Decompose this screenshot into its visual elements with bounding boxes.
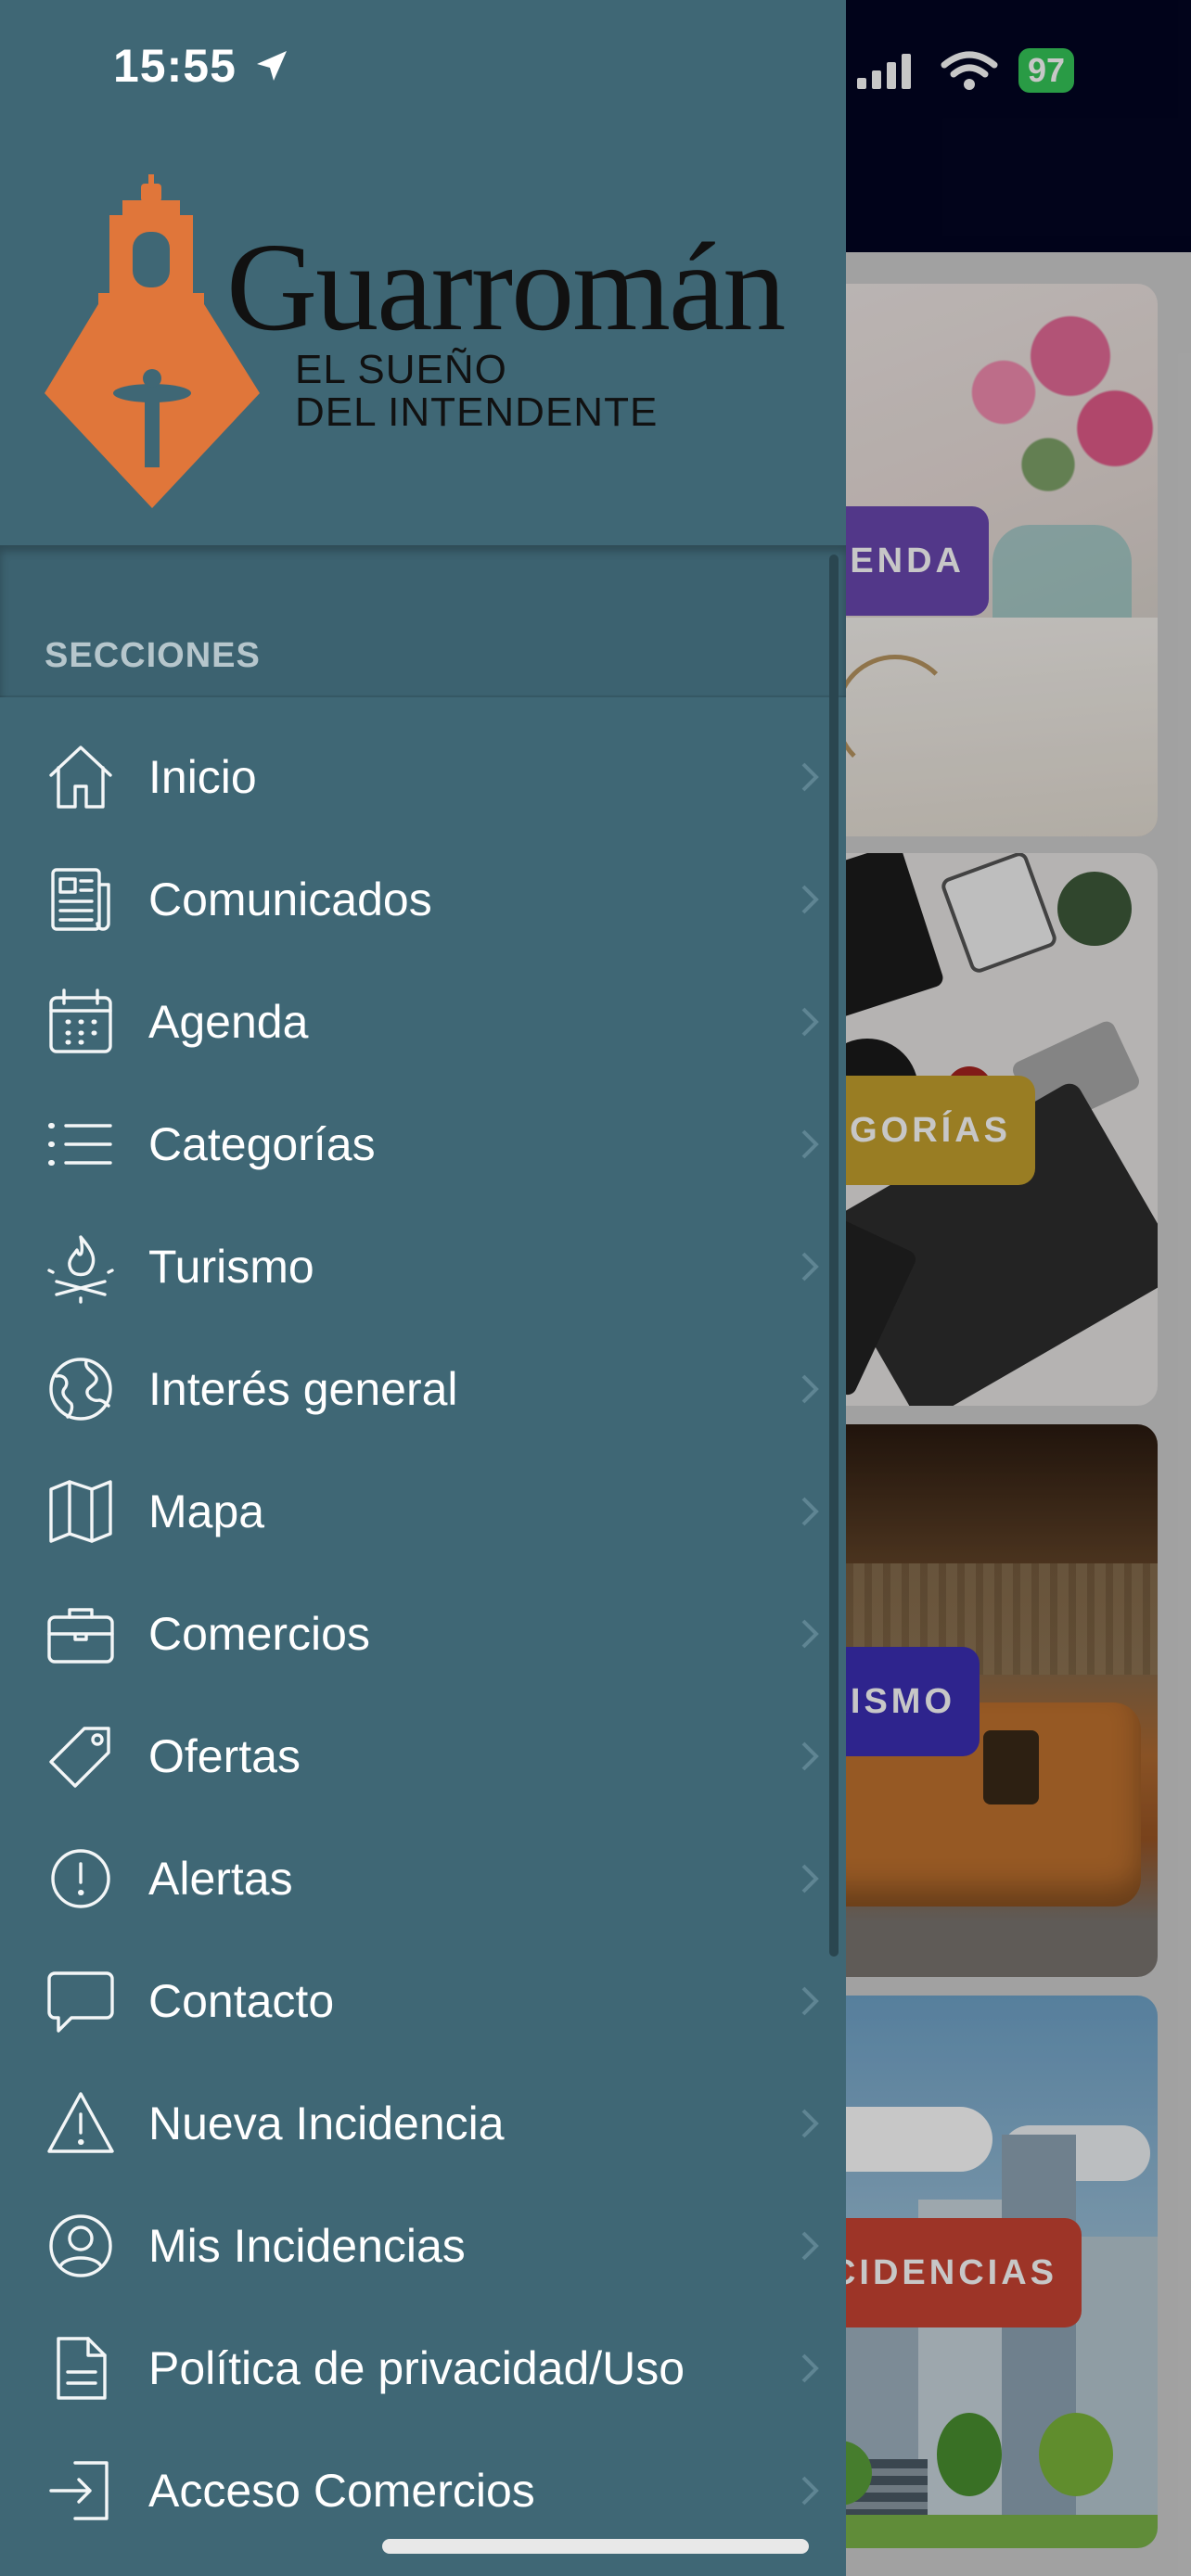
menu-item-comunicados[interactable]: Comunicados bbox=[0, 838, 835, 961]
menu-item-mapa[interactable]: Mapa bbox=[0, 1450, 835, 1573]
home-indicator[interactable] bbox=[382, 2539, 809, 2554]
menu-item-inicio[interactable]: Inicio bbox=[0, 716, 835, 838]
menu-item-label: Mapa bbox=[148, 1486, 265, 1537]
chevron-right-icon bbox=[790, 881, 827, 918]
briefcase-icon bbox=[43, 1596, 119, 1672]
menu-item-label: Agenda bbox=[148, 996, 309, 1048]
calendar-icon bbox=[43, 984, 119, 1060]
menu-item-label: Alertas bbox=[148, 1853, 293, 1905]
user-circle-icon bbox=[43, 2208, 119, 2284]
home-icon bbox=[43, 739, 119, 815]
wifi-icon bbox=[941, 51, 998, 90]
chevron-right-icon bbox=[790, 2227, 827, 2264]
menu-item-nueva-incidencia[interactable]: Nueva Incidencia bbox=[0, 2062, 835, 2185]
chevron-right-icon bbox=[790, 1860, 827, 1897]
status-time: 15:55 bbox=[113, 39, 290, 93]
menu-item-label: Nueva Incidencia bbox=[148, 2098, 505, 2149]
map-icon bbox=[43, 1473, 119, 1549]
menu-item-interes-general[interactable]: Interés general bbox=[0, 1328, 835, 1450]
menu-item-alertas[interactable]: Alertas bbox=[0, 1817, 835, 1940]
price-tag-icon bbox=[43, 1718, 119, 1794]
battery-indicator: 97 bbox=[1018, 48, 1075, 93]
chevron-right-icon bbox=[790, 1738, 827, 1775]
menu-item-label: Turismo bbox=[148, 1241, 314, 1293]
menu-item-contacto[interactable]: Contacto bbox=[0, 1940, 835, 2062]
newspaper-icon bbox=[43, 861, 119, 937]
menu-item-agenda[interactable]: Agenda bbox=[0, 961, 835, 1083]
campfire-icon bbox=[43, 1229, 119, 1305]
menu-item-politica-privacidad[interactable]: Política de privacidad/Uso bbox=[0, 2307, 835, 2429]
chevron-right-icon bbox=[790, 1003, 827, 1040]
menu-item-label: Ofertas bbox=[148, 1730, 301, 1782]
globe-icon bbox=[43, 1351, 119, 1427]
signal-icon bbox=[857, 54, 911, 89]
chevron-right-icon bbox=[790, 1248, 827, 1285]
logo-tagline-line1: EL SUEÑO bbox=[295, 347, 507, 392]
drawer-menu: Inicio Comunicados Agenda Categorías Tur… bbox=[0, 716, 835, 2552]
menu-item-ofertas[interactable]: Ofertas bbox=[0, 1695, 835, 1817]
menu-item-mis-incidencias[interactable]: Mis Incidencias bbox=[0, 2185, 835, 2307]
document-icon bbox=[43, 2330, 119, 2406]
menu-item-label: Inicio bbox=[148, 751, 257, 803]
clock-text: 15:55 bbox=[113, 40, 237, 92]
warning-triangle-icon bbox=[43, 2085, 119, 2162]
logo-tagline-line2: DEL INTENDENTE bbox=[295, 389, 659, 435]
chevron-right-icon bbox=[790, 1983, 827, 2020]
chevron-right-icon bbox=[790, 1126, 827, 1163]
menu-item-turismo[interactable]: Turismo bbox=[0, 1205, 835, 1328]
chevron-right-icon bbox=[790, 1493, 827, 1530]
menu-item-label: Categorías bbox=[148, 1118, 376, 1170]
chevron-right-icon bbox=[790, 1371, 827, 1408]
section-title: SECCIONES bbox=[45, 636, 261, 675]
menu-item-label: Comunicados bbox=[148, 874, 432, 925]
navigation-drawer: 15:55 Guarromán EL SUEÑO DEL INTENDENTE … bbox=[0, 0, 846, 2576]
logo-name: Guarromán bbox=[226, 218, 786, 357]
alert-circle-icon bbox=[43, 1841, 119, 1917]
menu-item-label: Comercios bbox=[148, 1608, 370, 1660]
app-logo: Guarromán EL SUEÑO DEL INTENDENTE bbox=[45, 174, 805, 508]
chevron-right-icon bbox=[790, 759, 827, 796]
menu-item-label: Política de privacidad/Uso bbox=[148, 2342, 685, 2394]
chat-bubble-icon bbox=[43, 1963, 119, 2039]
menu-item-label: Contacto bbox=[148, 1975, 335, 2027]
chevron-right-icon bbox=[790, 1615, 827, 1652]
menu-item-label: Acceso Comercios bbox=[148, 2465, 535, 2517]
list-icon bbox=[43, 1106, 119, 1182]
chevron-right-icon bbox=[790, 2350, 827, 2387]
chevron-right-icon bbox=[790, 2105, 827, 2142]
menu-item-categorias[interactable]: Categorías bbox=[0, 1083, 835, 1205]
chevron-right-icon bbox=[790, 2472, 827, 2509]
login-icon bbox=[43, 2453, 119, 2529]
menu-item-acceso-comercios[interactable]: Acceso Comercios bbox=[0, 2429, 835, 2552]
menu-item-label: Interés general bbox=[148, 1363, 458, 1415]
status-icons: 97 bbox=[855, 45, 1075, 96]
location-arrow-icon bbox=[256, 51, 287, 81]
menu-item-label: Mis Incidencias bbox=[148, 2220, 466, 2272]
menu-item-comercios[interactable]: Comercios bbox=[0, 1573, 835, 1695]
